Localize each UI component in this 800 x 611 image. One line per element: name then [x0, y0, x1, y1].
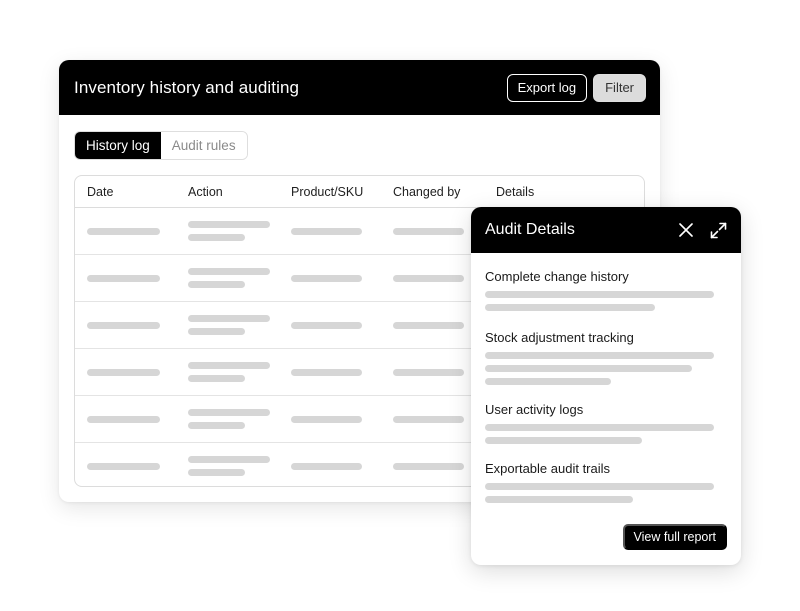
skeleton-cell	[87, 275, 160, 282]
tab-audit-rules[interactable]: Audit rules	[160, 132, 247, 159]
panel-icons	[677, 221, 727, 239]
panel-header: Audit Details	[471, 207, 741, 253]
header-actions: Export log Filter	[506, 73, 646, 102]
skeleton-cell	[188, 328, 245, 335]
skeleton-line	[485, 496, 633, 503]
section-title-stock-adjustment: Stock adjustment tracking	[485, 330, 634, 345]
skeleton-cell	[87, 416, 160, 423]
skeleton-line	[485, 291, 714, 298]
section-title-change-history: Complete change history	[485, 269, 629, 284]
filter-button[interactable]: Filter	[593, 73, 646, 102]
main-header: Inventory history and auditing Export lo…	[59, 60, 660, 115]
skeleton-line	[485, 483, 714, 490]
column-header-product-sku[interactable]: Product/SKU	[291, 185, 363, 199]
export-log-button[interactable]: Export log	[506, 73, 588, 102]
skeleton-cell	[188, 362, 270, 369]
column-header-changed-by[interactable]: Changed by	[393, 185, 460, 199]
skeleton-cell	[393, 228, 464, 235]
skeleton-cell	[393, 322, 464, 329]
view-full-report-button[interactable]: View full report	[622, 524, 727, 550]
skeleton-line	[485, 365, 692, 372]
skeleton-cell	[188, 375, 245, 382]
tab-bar: History log Audit rules	[74, 131, 248, 160]
table-header: Date Action Product/SKU Changed by Detai…	[75, 176, 644, 208]
skeleton-cell	[87, 228, 160, 235]
skeleton-cell	[87, 369, 160, 376]
skeleton-cell	[188, 315, 270, 322]
skeleton-cell	[291, 228, 362, 235]
skeleton-line	[485, 378, 611, 385]
skeleton-cell	[188, 409, 270, 416]
skeleton-cell	[393, 463, 464, 470]
skeleton-cell	[291, 369, 362, 376]
skeleton-cell	[188, 221, 270, 228]
close-icon[interactable]	[677, 221, 695, 239]
column-header-action[interactable]: Action	[188, 185, 223, 199]
tab-history-log[interactable]: History log	[75, 132, 161, 159]
panel-title: Audit Details	[485, 221, 575, 238]
page-title: Inventory history and auditing	[74, 77, 300, 97]
column-header-date[interactable]: Date	[87, 185, 113, 199]
skeleton-line	[485, 424, 714, 431]
expand-icon[interactable]	[709, 221, 727, 239]
section-title-exportable-audit: Exportable audit trails	[485, 461, 611, 476]
skeleton-line	[485, 352, 714, 359]
skeleton-line	[485, 304, 655, 311]
skeleton-cell	[393, 275, 464, 282]
skeleton-cell	[291, 322, 362, 329]
column-header-details[interactable]: Details	[496, 185, 534, 199]
skeleton-cell	[188, 469, 245, 476]
skeleton-cell	[291, 463, 362, 470]
skeleton-cell	[188, 281, 245, 288]
skeleton-line	[485, 437, 642, 444]
section-title-user-activity: User activity logs	[485, 402, 584, 417]
skeleton-cell	[393, 416, 464, 423]
skeleton-cell	[87, 322, 160, 329]
skeleton-cell	[188, 234, 245, 241]
skeleton-cell	[291, 275, 362, 282]
skeleton-cell	[188, 268, 270, 275]
skeleton-cell	[87, 463, 160, 470]
skeleton-cell	[188, 422, 245, 429]
skeleton-cell	[393, 369, 464, 376]
audit-details-panel: Audit Details Complete change history St…	[471, 207, 741, 565]
skeleton-cell	[291, 416, 362, 423]
skeleton-cell	[188, 456, 270, 463]
